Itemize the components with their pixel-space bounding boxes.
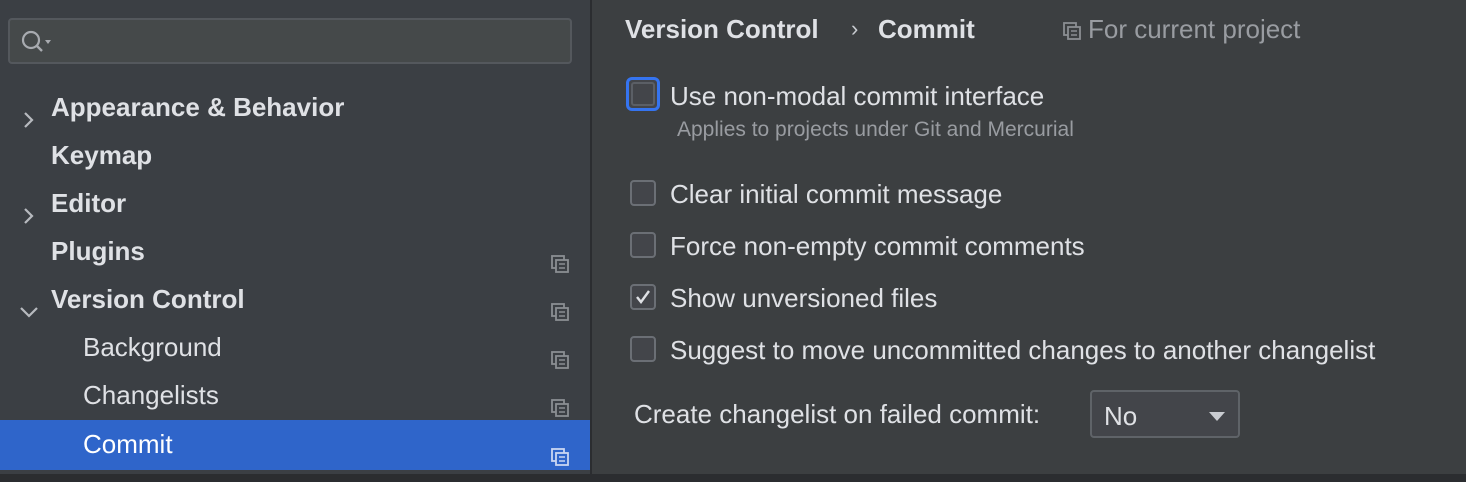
show-unversioned-checkbox[interactable]	[630, 284, 656, 310]
tree-item-plugins[interactable]: Plugins	[0, 227, 590, 275]
force-comments-label[interactable]: Force non-empty commit comments	[670, 231, 1085, 262]
tree-item-label: Appearance & Behavior	[51, 92, 345, 122]
search-field[interactable]	[8, 18, 572, 64]
project-scope-icon	[550, 434, 570, 482]
tree-item-label: Keymap	[51, 140, 153, 170]
tree-item-label: Editor	[51, 188, 127, 218]
suggest-move-checkbox[interactable]	[630, 336, 656, 362]
select-value: No	[1104, 401, 1138, 431]
clear-commit-message-label[interactable]: Clear initial commit message	[670, 179, 1002, 210]
scope-label: For current project	[1088, 14, 1301, 44]
changelist-on-fail-select[interactable]: No	[1090, 390, 1240, 438]
show-unversioned-label[interactable]: Show unversioned files	[670, 283, 937, 314]
non-modal-commit-checkbox[interactable]	[626, 77, 660, 111]
search-input[interactable]	[62, 26, 566, 58]
search-icon[interactable]	[20, 29, 54, 60]
breadcrumb-separator: ›	[851, 16, 859, 41]
non-modal-commit-label[interactable]: Use non-modal commit interface	[670, 81, 1044, 112]
settings-sidebar: Appearance & Behavior Keymap Editor Plug…	[0, 0, 590, 474]
tree-item-keymap[interactable]: Keymap	[0, 131, 590, 179]
tree-item-background[interactable]: Background	[0, 323, 590, 371]
non-modal-commit-hint: Applies to projects under Git and Mercur…	[677, 118, 1074, 141]
tree-item-label: Background	[83, 332, 222, 362]
tree-item-changelists[interactable]: Changelists	[0, 371, 590, 419]
page-title: Commit	[878, 14, 975, 44]
force-comments-checkbox[interactable]	[630, 232, 656, 258]
breadcrumb-parent[interactable]: Version Control	[625, 14, 819, 45]
tree-item-commit[interactable]: Commit	[0, 420, 590, 470]
changelist-on-fail-label: Create changelist on failed commit:	[634, 399, 1041, 429]
tree-item-label: Plugins	[51, 236, 145, 266]
project-scope-icon	[1062, 21, 1082, 46]
tree-item-label: Changelists	[83, 380, 219, 410]
tree-item-appearance-behavior[interactable]: Appearance & Behavior	[0, 83, 590, 131]
checkmark-icon	[636, 290, 650, 304]
tree-item-version-control[interactable]: Version Control	[0, 275, 590, 323]
dropdown-arrow-icon	[1208, 410, 1226, 428]
tree-item-label: Commit	[83, 429, 173, 459]
clear-commit-message-checkbox[interactable]	[630, 180, 656, 206]
tree-item-label: Version Control	[51, 284, 245, 314]
suggest-move-label[interactable]: Suggest to move uncommitted changes to a…	[670, 335, 1375, 366]
tree-item-editor[interactable]: Editor	[0, 179, 590, 227]
